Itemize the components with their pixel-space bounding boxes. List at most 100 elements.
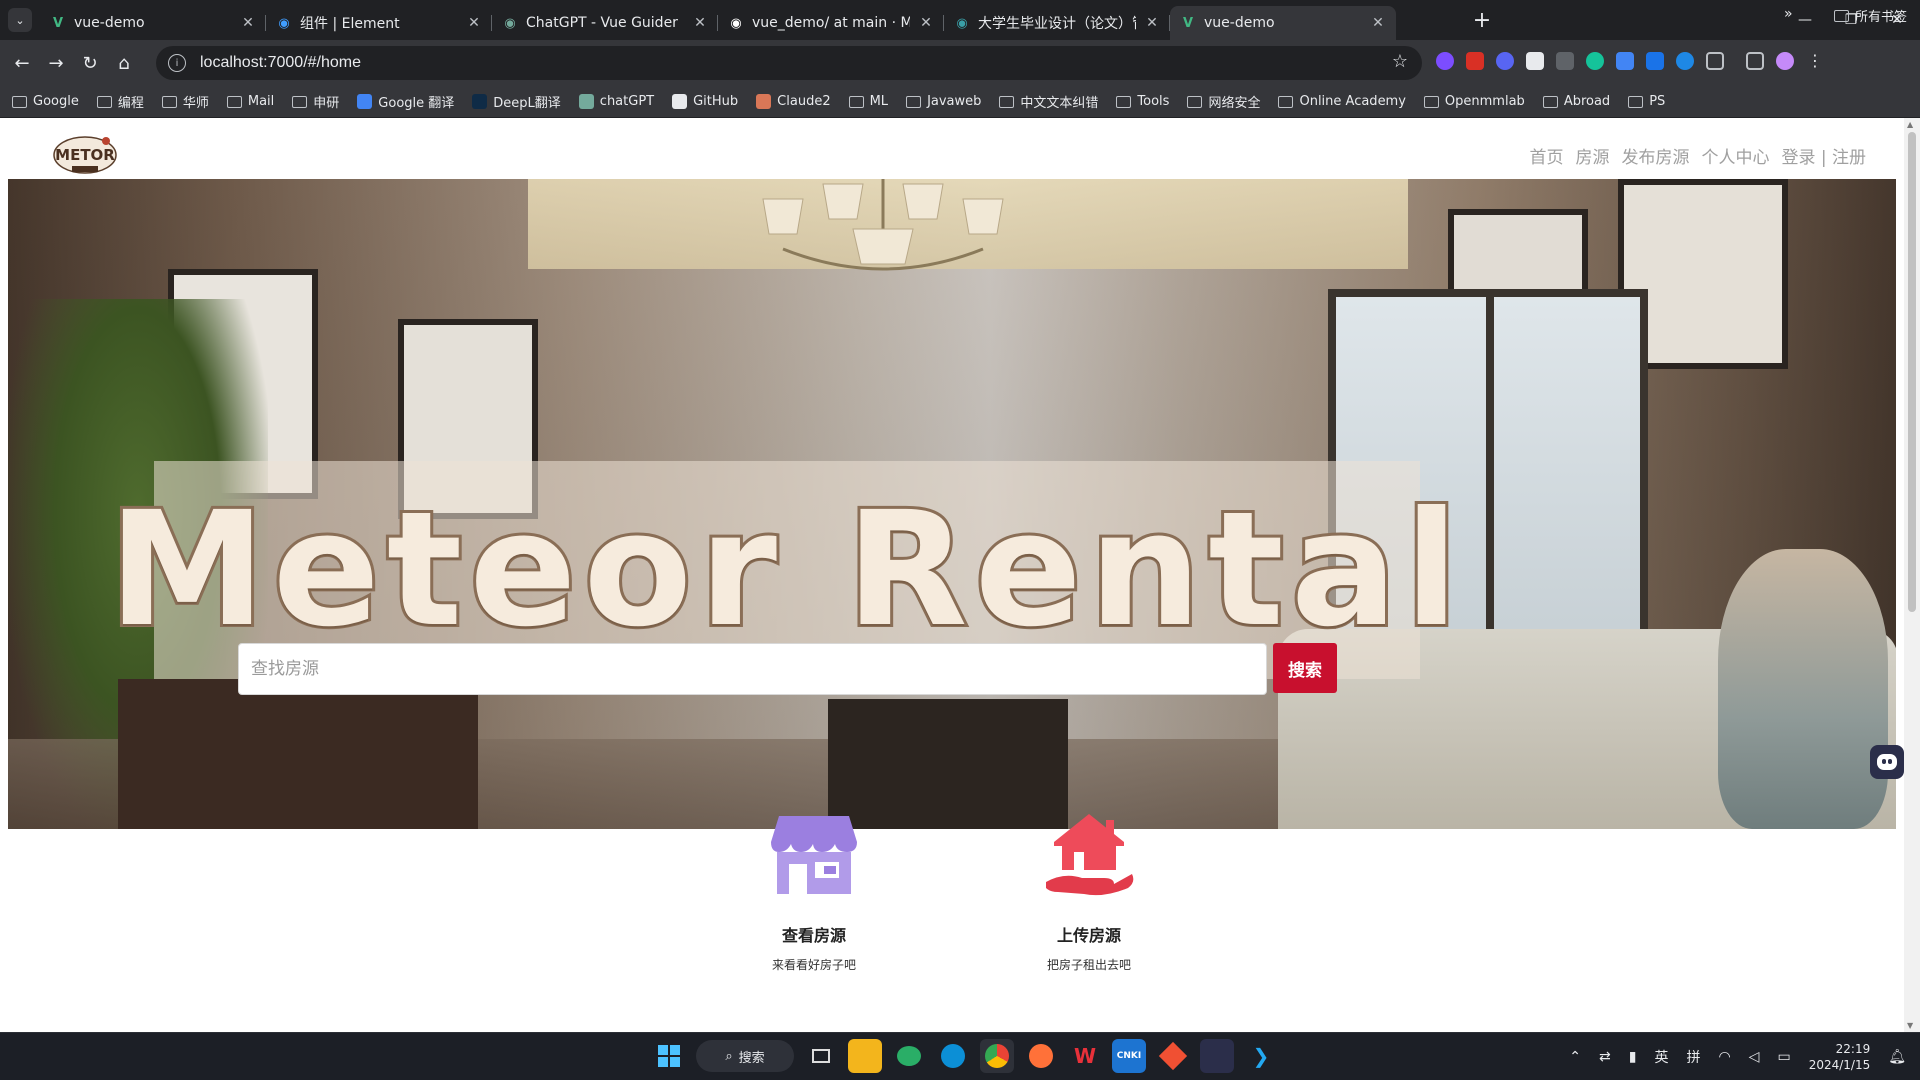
browser-tab[interactable]: Vvue-demo ✕ [40, 6, 266, 40]
nav-login-register-link[interactable]: 登录 | 注册 [1781, 143, 1866, 168]
assistant-bot-icon[interactable] [1870, 745, 1904, 779]
close-tab-icon[interactable]: ✕ [692, 15, 708, 31]
vscode-icon[interactable]: ❯ [1244, 1039, 1278, 1073]
chrome-icon[interactable] [980, 1039, 1014, 1073]
search-button[interactable]: 搜索 [1273, 643, 1337, 693]
extensions-area: ⋮ [1436, 52, 1824, 70]
profile-avatar[interactable] [1776, 52, 1794, 70]
close-tab-icon[interactable]: ✕ [466, 15, 482, 31]
browser-tab[interactable]: ◉ 大学生毕业设计（论文）管理系 ✕ [944, 6, 1170, 40]
extension-icon[interactable] [1496, 52, 1514, 70]
nav-home-link[interactable]: 首页 [1529, 143, 1563, 168]
app-icon[interactable] [1200, 1039, 1234, 1073]
bookmark-item[interactable]: Claude2 [756, 94, 831, 109]
bookmark-item[interactable]: 中文文本纠错 [999, 92, 1098, 111]
scroll-up-icon[interactable]: ▲ [1907, 120, 1913, 129]
nav-listings-link[interactable]: 房源 [1575, 143, 1609, 168]
input-language[interactable]: 英 [1654, 1047, 1668, 1067]
taskbar-clock[interactable]: 22:19 2024/1/15 [1809, 1041, 1871, 1073]
bookmark-item[interactable]: DeepL翻译 [472, 92, 561, 111]
file-explorer-icon[interactable] [848, 1039, 882, 1073]
tab-title: 组件 | Element [300, 16, 400, 32]
chevron-up-icon[interactable]: ⌃ [1569, 1049, 1581, 1065]
search-input[interactable] [238, 643, 1267, 695]
tray-app-icon[interactable]: ▮ [1629, 1049, 1637, 1065]
bookmark-item[interactable]: Google [12, 94, 79, 109]
reload-icon[interactable]: ↻ [78, 51, 102, 75]
browser-tab[interactable]: Vvue-demo ✕ [1170, 6, 1396, 40]
browser-tab[interactable]: ◉ ChatGPT - Vue Guider ✕ [492, 6, 718, 40]
volume-icon[interactable]: ◁ [1749, 1049, 1760, 1065]
translate-icon[interactable] [1616, 52, 1634, 70]
site-info-icon[interactable]: i [168, 54, 186, 72]
wechat-icon[interactable] [892, 1039, 926, 1073]
taskbar-search[interactable]: ⌕ 搜索 [696, 1040, 794, 1072]
bookmark-item[interactable]: ML [848, 94, 888, 109]
url-text[interactable]: localhost:7000/#/home [200, 54, 361, 72]
scrollbar-thumb[interactable] [1908, 132, 1916, 612]
cnki-icon[interactable]: CNKI [1112, 1039, 1146, 1073]
new-tab-button[interactable]: + [1470, 8, 1494, 33]
nav-profile-link[interactable]: 个人中心 [1701, 143, 1769, 168]
feature-upload-listing[interactable]: 上传房源 把房子租出去吧 [989, 812, 1189, 973]
bookmark-star-icon[interactable]: ☆ [1392, 51, 1408, 72]
extension-icon[interactable] [1646, 52, 1664, 70]
network-adapter-icon[interactable]: ⇄ [1599, 1049, 1611, 1065]
bookmark-item[interactable]: 编程 [96, 92, 144, 111]
extension-icon[interactable] [1466, 52, 1484, 70]
bookmark-item[interactable]: Abroad [1542, 94, 1610, 109]
bookmark-item[interactable]: Tools [1116, 94, 1169, 109]
firefox-icon[interactable] [1024, 1039, 1058, 1073]
scroll-down-icon[interactable]: ▼ [1907, 1021, 1913, 1030]
wps-icon[interactable]: W [1068, 1039, 1102, 1073]
nav-publish-link[interactable]: 发布房源 [1621, 143, 1689, 168]
school-icon: ◉ [956, 15, 968, 31]
extension-icon[interactable] [1676, 52, 1694, 70]
battery-icon[interactable]: ▭ [1777, 1049, 1790, 1065]
vue-icon: V [52, 15, 64, 31]
home-icon[interactable]: ⌂ [112, 51, 136, 75]
close-tab-icon[interactable]: ✕ [1144, 15, 1160, 31]
all-bookmarks-button[interactable]: 所有书签 [1834, 6, 1907, 25]
windows-start-icon[interactable] [652, 1039, 686, 1073]
forward-arrow-icon[interactable]: → [44, 51, 68, 75]
feature-view-listings[interactable]: 查看房源 来看看好房子吧 [714, 812, 914, 973]
extension-icon[interactable] [1526, 52, 1544, 70]
side-panel-icon[interactable] [1746, 52, 1764, 70]
search-bar: 搜索 [238, 643, 1337, 695]
bookmark-item[interactable]: 华师 [161, 92, 209, 111]
tab-search-button[interactable]: ⌄ [8, 8, 32, 32]
page-scrollbar[interactable]: ▲ ▼ [1904, 118, 1920, 1032]
wifi-icon[interactable]: ◠ [1718, 1049, 1730, 1065]
grammarly-icon[interactable] [1586, 52, 1604, 70]
input-method[interactable]: 拼 [1686, 1047, 1700, 1067]
bookmark-item[interactable]: 网络安全 [1187, 92, 1260, 111]
bookmark-item[interactable]: Openmmlab [1423, 94, 1525, 109]
bookmark-item[interactable]: 申研 [292, 92, 339, 111]
menu-kebab-icon[interactable]: ⋮ [1806, 52, 1824, 70]
bookmarks-overflow-button[interactable]: » [1784, 6, 1793, 22]
address-bar[interactable]: i localhost:7000/#/home ☆ [156, 46, 1422, 80]
close-tab-icon[interactable]: ✕ [1370, 15, 1386, 31]
notification-bell-icon[interactable]: 🔔︎ [1888, 1049, 1906, 1065]
browser-tab[interactable]: ◉ vue_demo/ at main · Meteor ✕ [718, 6, 944, 40]
bookmark-label: Google 翻译 [378, 96, 455, 111]
bookmark-item[interactable]: Mail [226, 94, 274, 109]
bookmark-item[interactable]: Google 翻译 [357, 92, 454, 111]
bookmark-item[interactable]: Javaweb [906, 94, 981, 109]
bookmark-item[interactable]: PS [1628, 94, 1665, 109]
extension-icon[interactable] [1556, 52, 1574, 70]
task-view-icon[interactable] [804, 1039, 838, 1073]
git-icon[interactable] [1156, 1039, 1190, 1073]
close-tab-icon[interactable]: ✕ [918, 15, 934, 31]
meteor-logo[interactable]: METOR [50, 133, 120, 177]
back-arrow-icon[interactable]: ← [10, 51, 34, 75]
bookmark-item[interactable]: GitHub [672, 94, 738, 109]
close-tab-icon[interactable]: ✕ [240, 15, 256, 31]
bookmark-item[interactable]: chatGPT [578, 94, 654, 109]
extension-icon[interactable] [1436, 52, 1454, 70]
browser-tab[interactable]: ◉ 组件 | Element ✕ [266, 6, 492, 40]
bookmark-item[interactable]: Online Academy [1278, 94, 1406, 109]
extensions-puzzle-icon[interactable] [1706, 52, 1724, 70]
edge-icon[interactable] [936, 1039, 970, 1073]
